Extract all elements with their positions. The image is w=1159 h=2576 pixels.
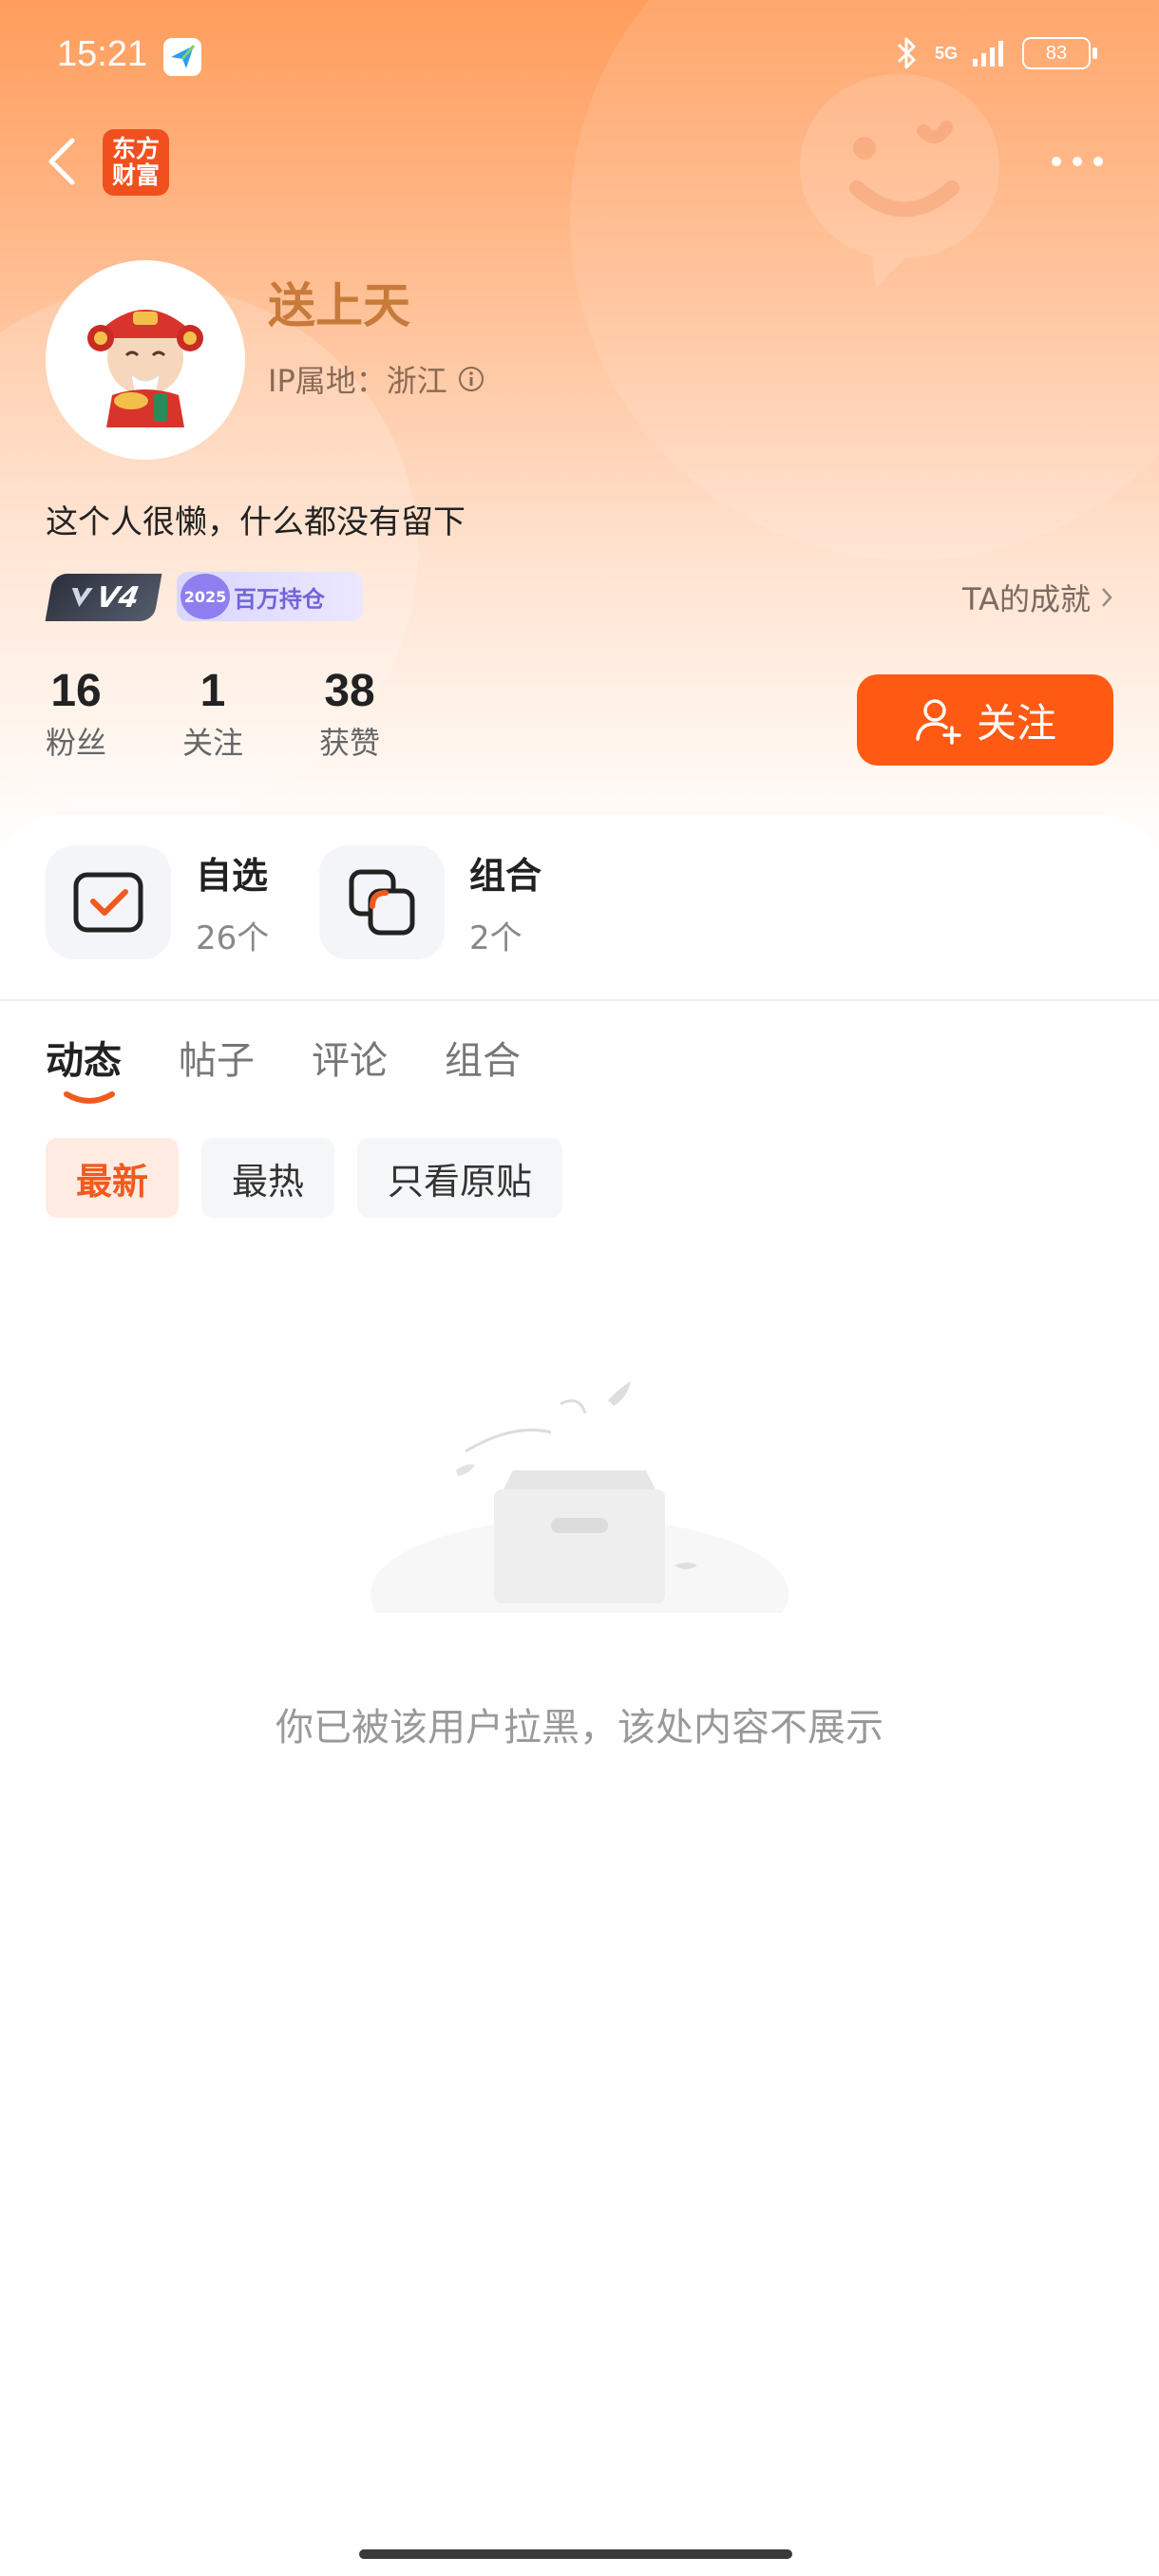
ip-location-text: IP属地：浙江: [268, 363, 447, 399]
stat-likes-label: 获赞: [319, 725, 381, 761]
signal-icon: [973, 41, 1003, 66]
portfolio-title: 组合: [469, 855, 542, 897]
ip-location: IP属地：浙江: [268, 357, 485, 401]
watchlist-count: 26个: [196, 919, 270, 957]
stat-likes: 38 获赞: [319, 665, 380, 763]
content-tabs: 动态 帖子 评论 组合: [46, 1030, 521, 1104]
portfolio-entry[interactable]: 组合 2个: [319, 845, 542, 959]
tab-activity-label: 动态: [46, 1039, 122, 1083]
bio: 这个人很懒，什么都没有留下: [46, 503, 466, 541]
stat-fans[interactable]: 16 粉丝: [46, 665, 106, 763]
stat-likes-value: 38: [324, 666, 375, 716]
add-user-icon: [916, 699, 961, 745]
holding-badge[interactable]: 2025 百万持仓: [177, 572, 363, 621]
filter-latest[interactable]: 最新: [46, 1138, 180, 1218]
section-divider: [0, 999, 1159, 1001]
v-logo-icon: [71, 588, 93, 607]
holding-badge-year: 2025: [180, 574, 230, 619]
follow-button[interactable]: 关注: [857, 674, 1113, 766]
status-bar: 15:21 5G 83: [0, 30, 1159, 87]
watchlist-entry[interactable]: 自选 26个: [46, 845, 269, 959]
notification-app-icon: [163, 38, 201, 76]
portfolio-icon: [349, 869, 415, 936]
portfolio-tile: [319, 845, 445, 959]
status-icons: 5G 83: [893, 34, 1097, 72]
avatar[interactable]: [46, 260, 245, 460]
stat-fans-label: 粉丝: [46, 725, 107, 761]
empty-box-illustration: [370, 1381, 788, 1613]
network-type: 5G: [934, 43, 958, 63]
battery-indicator: 83: [1022, 37, 1097, 69]
stat-following-value: 1: [200, 666, 226, 716]
watchlist-tile: [46, 845, 171, 959]
stat-following[interactable]: 1 关注: [182, 665, 243, 763]
logo-line-2: 财富: [111, 161, 160, 189]
tab-portfolios[interactable]: 组合: [445, 1030, 521, 1085]
level-badge-text: V4: [93, 580, 142, 615]
filter-original-only[interactable]: 只看原贴: [357, 1138, 563, 1218]
watchlist-check-icon: [73, 872, 143, 933]
level-badge[interactable]: V4: [45, 574, 162, 621]
filter-chips: 最新 最热 只看原贴: [46, 1138, 563, 1218]
bluetooth-icon: [897, 37, 916, 69]
stat-fans-value: 16: [50, 666, 102, 716]
content-card: 自选 26个 组合 2个 动态 帖子 评论 组合 最新 最热 只看原贴 你已被该…: [0, 815, 1159, 2576]
info-icon[interactable]: [457, 365, 485, 393]
filter-hottest[interactable]: 最热: [201, 1138, 335, 1218]
status-time: 15:21: [57, 34, 148, 74]
back-arrow-icon[interactable]: [42, 133, 84, 190]
home-indicator[interactable]: [359, 2549, 792, 2559]
portfolio-count: 2个: [469, 919, 522, 957]
tab-posts[interactable]: 帖子: [179, 1030, 255, 1085]
watchlist-title: 自选: [196, 855, 269, 897]
tab-activity[interactable]: 动态: [46, 1030, 122, 1104]
app-logo[interactable]: 东方 财富: [103, 129, 169, 196]
stat-following-label: 关注: [182, 725, 244, 761]
avatar-wealth-god-illustration: [87, 310, 203, 427]
tab-comments[interactable]: 评论: [312, 1030, 388, 1085]
username: 送上天: [268, 278, 410, 333]
top-nav: 东方 财富: [0, 125, 1159, 201]
follow-button-label: 关注: [976, 699, 1056, 747]
chevron-right-icon: [1102, 588, 1112, 607]
more-options-icon[interactable]: [1049, 152, 1106, 171]
logo-line-1: 东方: [111, 135, 160, 162]
holding-badge-text: 百万持仓: [234, 585, 325, 613]
empty-state-message: 你已被该用户拉黑，该处内容不展示: [276, 1706, 884, 1750]
achievement-link[interactable]: TA的成就: [962, 576, 1113, 619]
active-tab-indicator: [64, 1091, 115, 1104]
achievement-link-text: TA的成就: [962, 581, 1091, 617]
